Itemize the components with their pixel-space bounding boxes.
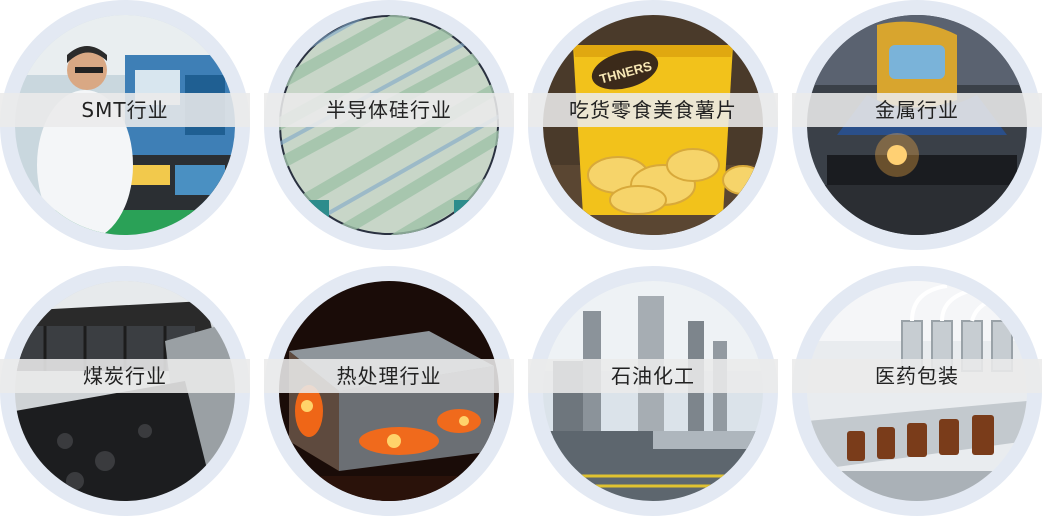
industry-card-pharma[interactable]: 医药包装 — [792, 266, 1042, 516]
industry-label: 金属行业 — [792, 93, 1042, 127]
industry-card-heat-treatment[interactable]: 热处理行业 — [264, 266, 514, 516]
industry-card-semiconductor[interactable]: 半导体硅行业 — [264, 0, 514, 250]
industry-label: 吃货零食美食薯片 — [528, 93, 778, 127]
industry-card-smt[interactable]: SMT行业 — [0, 0, 250, 250]
industry-card-metal[interactable]: 金属行业 — [792, 0, 1042, 250]
industry-card-coal[interactable]: 煤炭行业 — [0, 266, 250, 516]
industry-grid: SMT行业 半导体硅行业 THNERS 吃货零食美食薯片 金属行业 煤炭行业 热… — [0, 0, 1043, 519]
industry-label: SMT行业 — [0, 93, 250, 127]
industry-label: 煤炭行业 — [0, 359, 250, 393]
industry-label: 医药包装 — [792, 359, 1042, 393]
industry-label: 石油化工 — [528, 359, 778, 393]
industry-card-snacks[interactable]: THNERS 吃货零食美食薯片 — [528, 0, 778, 250]
industry-label: 热处理行业 — [264, 359, 514, 393]
industry-card-petrochemical[interactable]: 石油化工 — [528, 266, 778, 516]
industry-label: 半导体硅行业 — [264, 93, 514, 127]
